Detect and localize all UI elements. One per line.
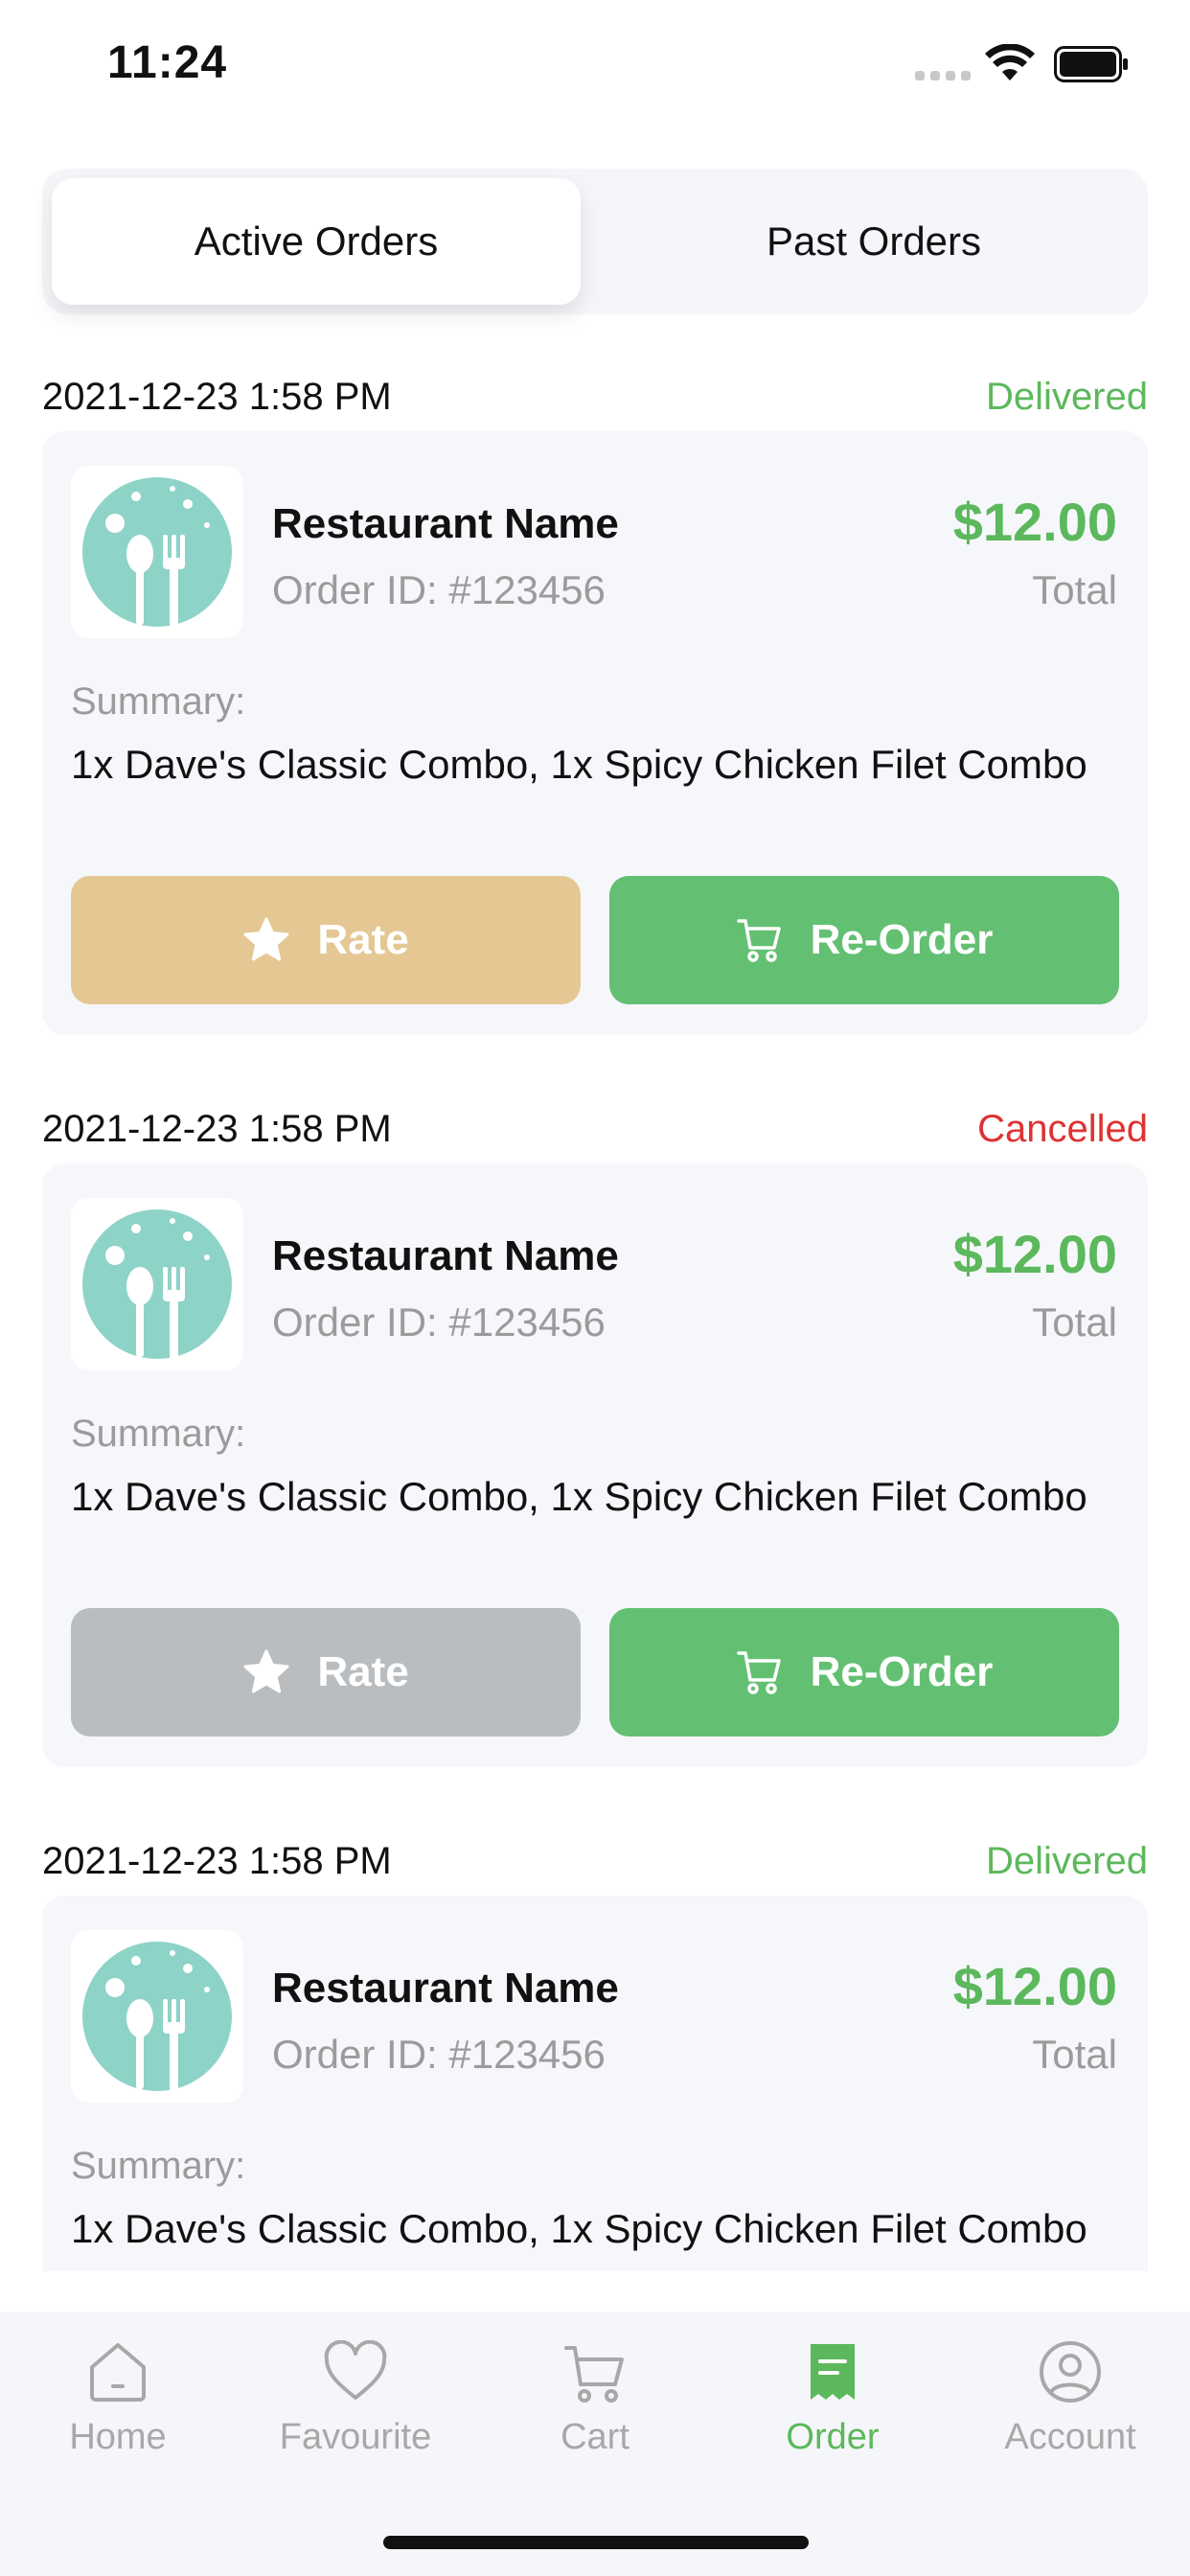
utensils-icon bbox=[82, 1942, 232, 2091]
restaurant-name: Restaurant Name bbox=[272, 1965, 619, 2012]
restaurant-logo bbox=[71, 1198, 243, 1370]
signal-icon bbox=[915, 71, 971, 80]
order-id: Order ID: #123456 bbox=[272, 2032, 606, 2077]
summary-label: Summary: bbox=[71, 2145, 246, 2187]
order-status: Cancelled bbox=[977, 1108, 1148, 1150]
order-header: 2021-12-23 1:58 PM Delivered bbox=[42, 1828, 1148, 1886]
account-icon bbox=[1040, 2341, 1101, 2403]
order-total-label: Total bbox=[1032, 567, 1117, 612]
nav-cart[interactable]: Cart bbox=[490, 2340, 700, 2474]
order-status: Delivered bbox=[986, 1840, 1148, 1882]
order-card[interactable]: Restaurant Name Order ID: #123456 $12.00… bbox=[42, 1896, 1148, 2271]
order-date: 2021-12-23 1:58 PM bbox=[42, 1840, 392, 1882]
order-card[interactable]: Restaurant Name Order ID: #123456 $12.00… bbox=[42, 431, 1148, 1035]
order-summary: 1x Dave's Classic Combo, 1x Spicy Chicke… bbox=[71, 1474, 1087, 1519]
order-date: 2021-12-23 1:58 PM bbox=[42, 376, 392, 418]
order-price: $12.00 bbox=[952, 1224, 1117, 1284]
rate-button-label: Rate bbox=[317, 1648, 409, 1695]
nav-account[interactable]: Account bbox=[965, 2340, 1176, 2474]
reorder-button-label: Re-Order bbox=[810, 916, 994, 963]
cart-icon bbox=[736, 1651, 781, 1694]
home-icon bbox=[90, 2343, 146, 2402]
nav-account-label: Account bbox=[1004, 2417, 1136, 2457]
order-total-label: Total bbox=[1032, 2032, 1117, 2077]
nav-favourite[interactable]: Favourite bbox=[250, 2340, 461, 2474]
order-status: Delivered bbox=[986, 376, 1148, 418]
summary-label: Summary: bbox=[71, 1413, 246, 1455]
status-bar: 11:24 bbox=[0, 0, 1190, 134]
order-summary: 1x Dave's Classic Combo, 1x Spicy Chicke… bbox=[71, 742, 1087, 787]
wifi-icon bbox=[985, 44, 1035, 80]
battery-icon bbox=[1054, 46, 1128, 82]
reorder-button[interactable]: Re-Order bbox=[609, 876, 1119, 1004]
cart-icon bbox=[736, 919, 781, 962]
order-header: 2021-12-23 1:58 PM Cancelled bbox=[42, 1096, 1148, 1154]
nav-home[interactable]: Home bbox=[12, 2340, 223, 2474]
nav-order[interactable]: Order bbox=[727, 2340, 938, 2474]
order-price: $12.00 bbox=[952, 492, 1117, 552]
star-icon bbox=[243, 917, 289, 961]
order-price: $12.00 bbox=[952, 1956, 1117, 2016]
order-header: 2021-12-23 1:58 PM Delivered bbox=[42, 364, 1148, 422]
orders-tab-switch: Active Orders Past Orders bbox=[42, 169, 1148, 314]
restaurant-logo bbox=[71, 1930, 243, 2103]
order-card[interactable]: Restaurant Name Order ID: #123456 $12.00… bbox=[42, 1163, 1148, 1767]
heart-icon bbox=[324, 2340, 387, 2400]
restaurant-logo bbox=[71, 466, 243, 638]
order-id: Order ID: #123456 bbox=[272, 567, 606, 612]
restaurant-name: Restaurant Name bbox=[272, 500, 619, 547]
status-time: 11:24 bbox=[107, 37, 228, 88]
summary-label: Summary: bbox=[71, 680, 246, 723]
reorder-button-label: Re-Order bbox=[810, 1648, 994, 1695]
nav-home-label: Home bbox=[69, 2417, 167, 2457]
rate-button[interactable]: Rate bbox=[71, 876, 581, 1004]
order-summary: 1x Dave's Classic Combo, 1x Spicy Chicke… bbox=[71, 2206, 1087, 2251]
orders-list[interactable]: 2021-12-23 1:58 PM Delivered Restaurant … bbox=[0, 364, 1190, 2271]
star-icon bbox=[243, 1649, 289, 1693]
receipt-icon bbox=[811, 2344, 855, 2400]
order-id: Order ID: #123456 bbox=[272, 1300, 606, 1345]
tab-past-orders[interactable]: Past Orders bbox=[609, 178, 1138, 305]
utensils-icon bbox=[82, 1209, 232, 1359]
reorder-button[interactable]: Re-Order bbox=[609, 1608, 1119, 1736]
nav-favourite-label: Favourite bbox=[279, 2417, 432, 2457]
nav-cart-label: Cart bbox=[561, 2417, 629, 2457]
rate-button[interactable]: Rate bbox=[71, 1608, 581, 1736]
restaurant-name: Restaurant Name bbox=[272, 1232, 619, 1279]
rate-button-label: Rate bbox=[317, 916, 409, 963]
order-date: 2021-12-23 1:58 PM bbox=[42, 1108, 392, 1150]
cart-icon bbox=[564, 2346, 624, 2403]
utensils-icon bbox=[82, 477, 232, 627]
order-total-label: Total bbox=[1032, 1300, 1117, 1345]
home-indicator bbox=[383, 2536, 809, 2549]
nav-order-label: Order bbox=[786, 2417, 880, 2457]
tab-active-orders[interactable]: Active Orders bbox=[52, 178, 581, 305]
